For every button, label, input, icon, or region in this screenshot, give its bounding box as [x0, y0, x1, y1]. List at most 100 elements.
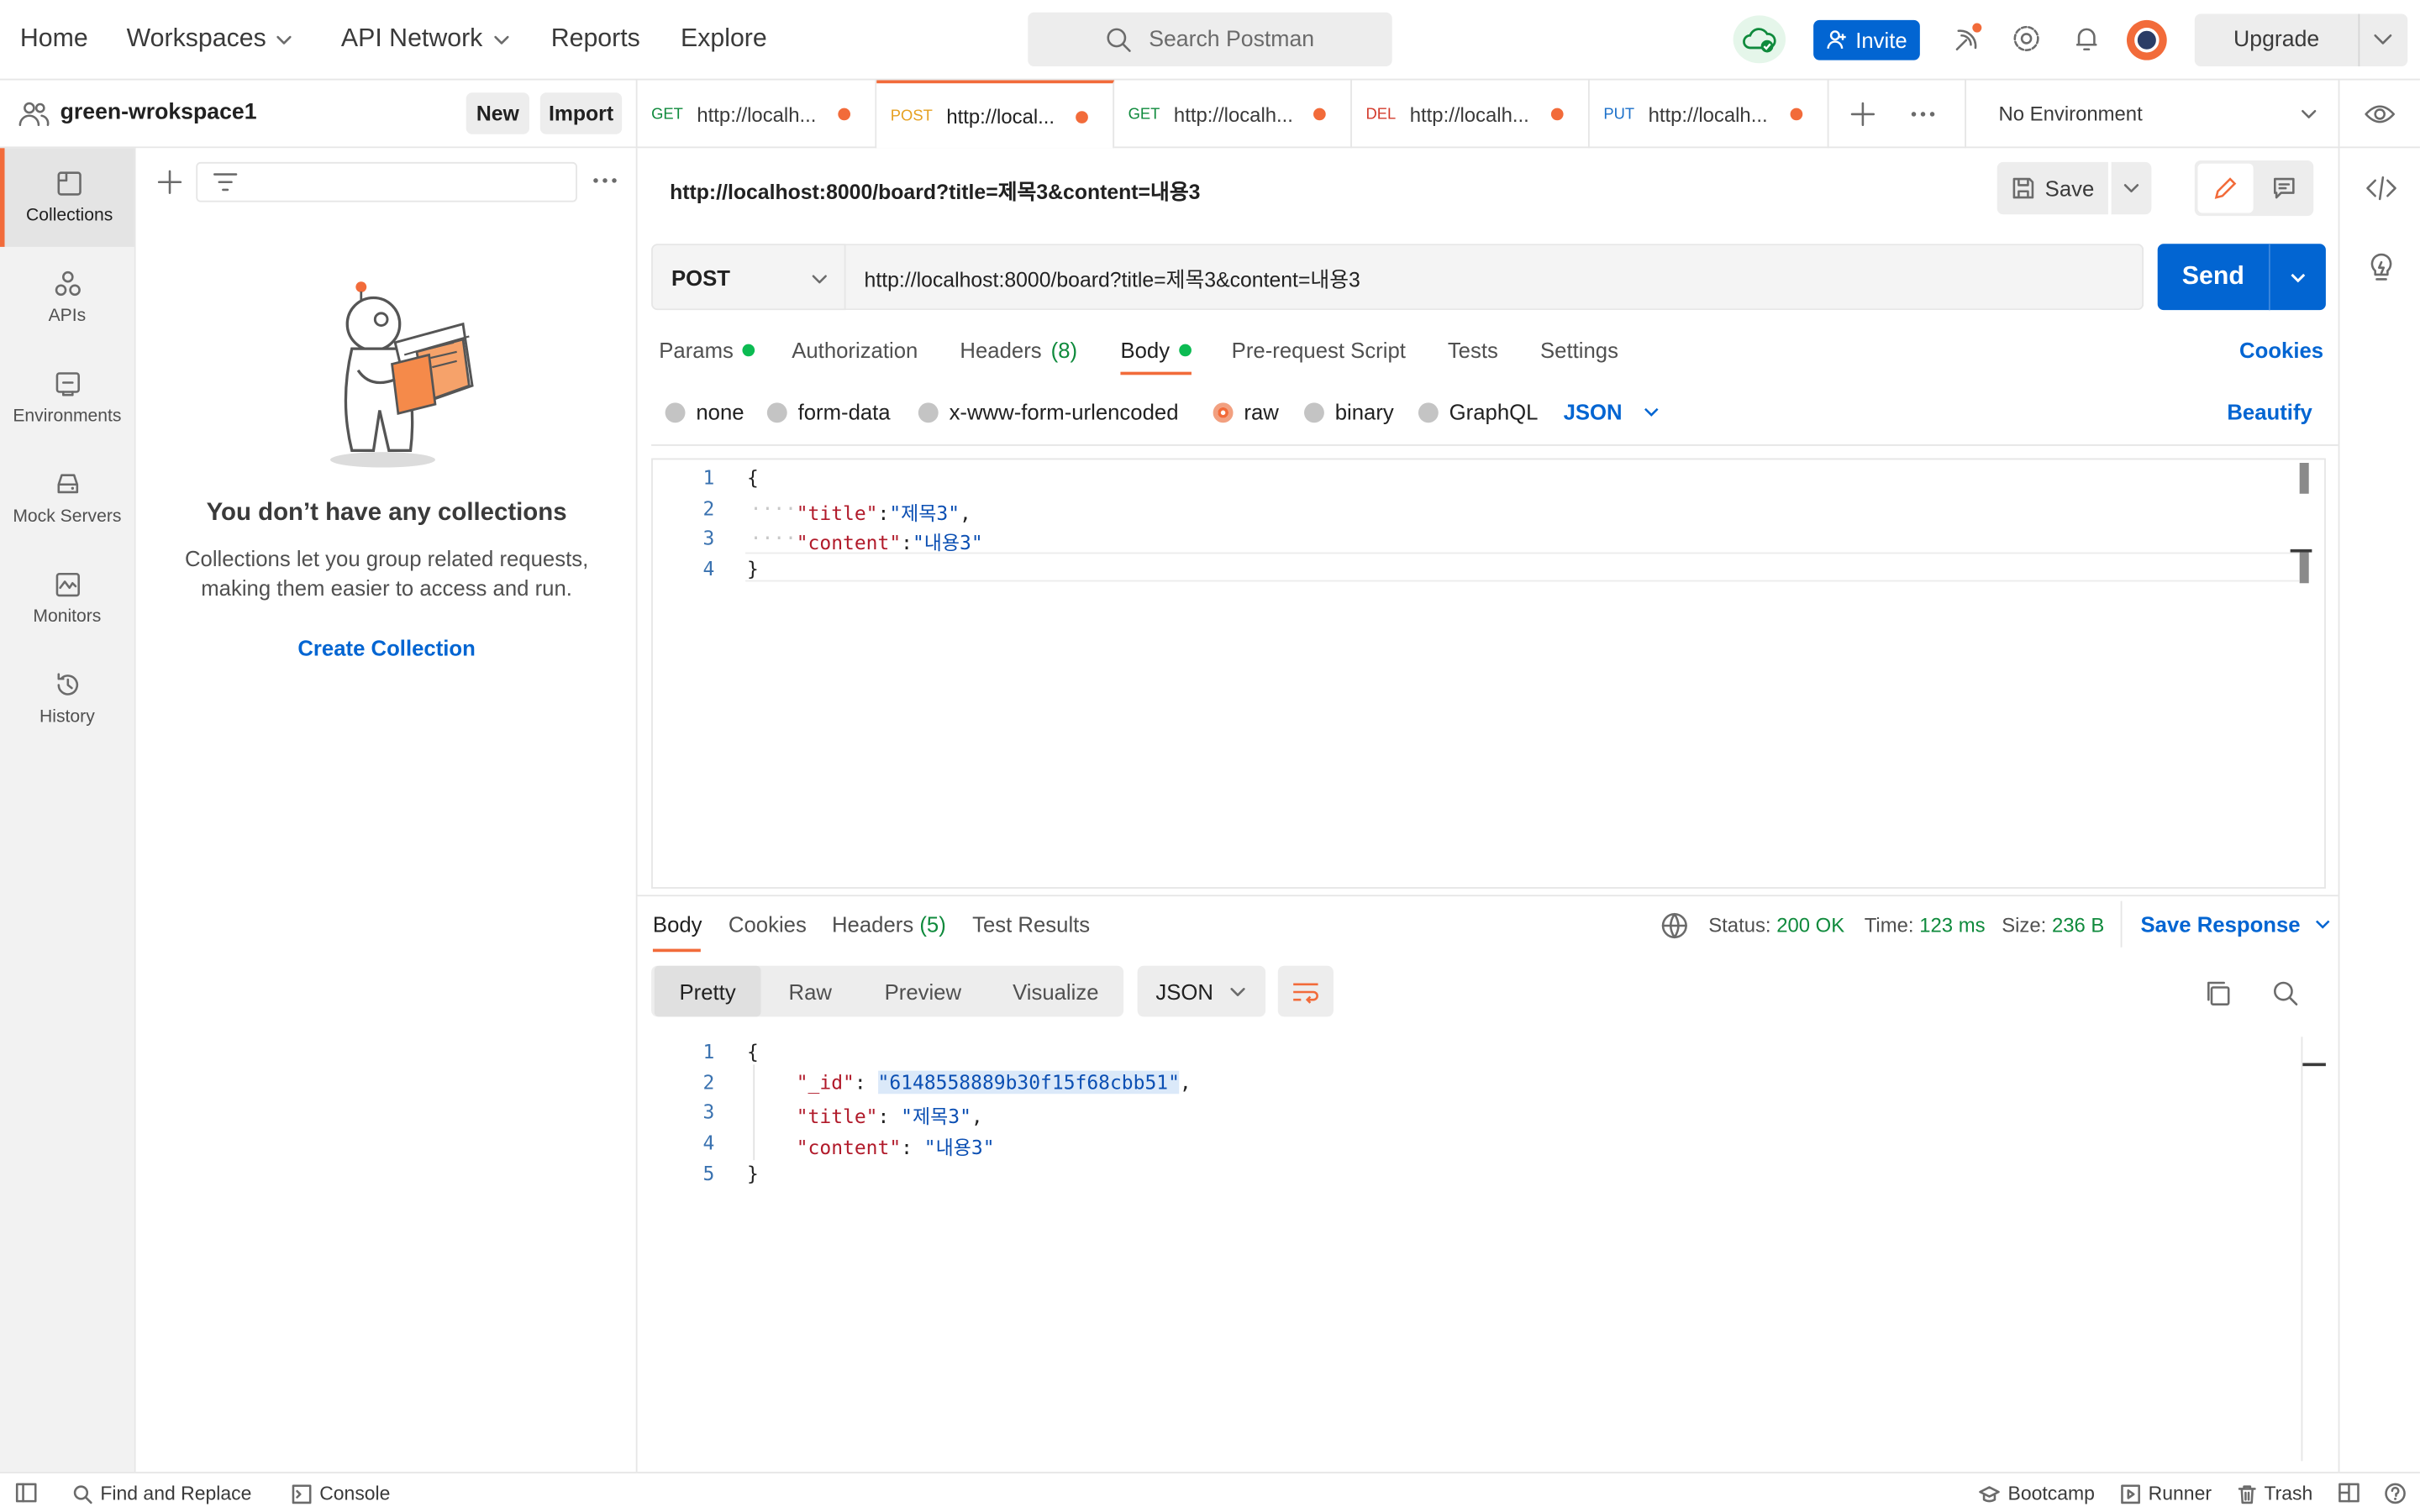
wrap-lines-button[interactable]	[1277, 965, 1334, 1017]
new-button[interactable]: New	[466, 92, 529, 134]
response-size[interactable]: Size: 236 B	[2002, 913, 2104, 937]
new-tab-icon[interactable]	[1850, 102, 1876, 127]
rail-item-collections[interactable]: Collections	[0, 148, 134, 247]
eye-icon[interactable]	[2365, 102, 2396, 126]
chevron-down-icon[interactable]	[2300, 105, 2318, 123]
settings-gear-icon[interactable]	[2011, 24, 2042, 55]
view-raw[interactable]: Raw	[764, 966, 856, 1017]
response-format-select[interactable]: JSON	[1137, 965, 1266, 1017]
console-button[interactable]: Console	[292, 1483, 390, 1504]
create-collection-link[interactable]: Create Collection	[136, 636, 638, 660]
search-icon[interactable]	[2272, 979, 2300, 1007]
response-tab-body[interactable]: Body	[653, 911, 702, 936]
nav-reports[interactable]: Reports	[551, 24, 640, 54]
nav-explore[interactable]: Explore	[681, 24, 767, 54]
globe-icon[interactable]	[1660, 911, 1688, 939]
satellite-icon[interactable]	[1951, 22, 1985, 55]
tab-request[interactable]: DEL http://localh...	[1352, 80, 1590, 149]
avatar[interactable]	[2126, 19, 2167, 60]
add-icon[interactable]	[157, 170, 182, 194]
rail-item-apis[interactable]: APIs	[0, 249, 134, 348]
rail-item-environments[interactable]: Environments	[0, 349, 134, 448]
response-tab-headers[interactable]: Headers (5)	[832, 911, 946, 936]
radio-button[interactable]	[1304, 402, 1324, 423]
body-type-form-data[interactable]: form-data	[766, 400, 891, 424]
beautify-link[interactable]: Beautify	[2227, 400, 2312, 424]
body-type-none[interactable]: none	[665, 400, 744, 424]
body-type-binary[interactable]: binary	[1304, 400, 1394, 424]
tab-request[interactable]: GET http://localh...	[1114, 80, 1352, 149]
rail-item-label: APIs	[48, 307, 87, 326]
response-tab-test-results[interactable]: Test Results	[972, 911, 1090, 936]
rail-item-monitors[interactable]: Monitors	[0, 549, 134, 648]
import-button[interactable]: Import	[539, 92, 623, 134]
search-bar[interactable]: Search Postman	[1028, 12, 1392, 66]
workspace-name[interactable]: green-wrokspace1	[60, 100, 257, 124]
code-icon[interactable]	[2366, 176, 2397, 201]
comments-mode-button[interactable]	[2256, 164, 2310, 213]
notifications-bell-icon[interactable]	[2071, 24, 2102, 55]
tab-request[interactable]: PUT http://localh...	[1590, 80, 1829, 149]
tab-prerequest-script[interactable]: Pre-request Script	[1232, 338, 1406, 362]
view-pretty[interactable]: Pretty	[654, 965, 761, 1017]
tab-headers[interactable]: Headers (8)	[960, 338, 1077, 362]
response-time[interactable]: Time: 123 ms	[1865, 913, 1986, 937]
radio-button[interactable]	[766, 402, 787, 423]
radio-button[interactable]	[918, 402, 939, 423]
view-visualize[interactable]: Visualize	[989, 966, 1122, 1017]
environment-selector[interactable]: No Environment	[1999, 102, 2143, 125]
tab-body[interactable]: Body	[1120, 338, 1192, 363]
view-preview[interactable]: Preview	[860, 966, 986, 1017]
response-tab-cookies[interactable]: Cookies	[729, 911, 807, 936]
chevron-down-icon[interactable]	[2360, 31, 2406, 50]
tab-authorization[interactable]: Authorization	[792, 338, 918, 362]
tab-tests[interactable]: Tests	[1448, 338, 1498, 362]
tab-request[interactable]: GET http://localh...	[638, 80, 877, 149]
editor-scrollbar[interactable]	[2299, 463, 2309, 494]
tab-params[interactable]: Params	[659, 338, 755, 363]
help-icon[interactable]	[2385, 1483, 2407, 1504]
response-status[interactable]: Status: 200 OK	[1708, 913, 1844, 937]
collections-filter-input[interactable]	[196, 161, 577, 202]
toggle-sidebar-icon[interactable]	[15, 1483, 37, 1503]
radio-button[interactable]	[665, 402, 686, 423]
request-title[interactable]: http://localhost:8000/board?title=제목3&co…	[670, 175, 1200, 206]
body-type-urlencoded[interactable]: x-www-form-urlencoded	[918, 400, 1178, 424]
chevron-down-icon[interactable]	[2287, 268, 2309, 286]
runner-button[interactable]: Runner	[2121, 1483, 2212, 1504]
send-button[interactable]: Send	[2157, 244, 2326, 311]
radio-button-selected[interactable]	[1213, 402, 1234, 423]
lightbulb-icon[interactable]	[2367, 253, 2395, 284]
nav-api-network[interactable]: API Network	[341, 24, 510, 54]
trash-button[interactable]: Trash	[2238, 1483, 2312, 1504]
two-pane-icon[interactable]	[2338, 1483, 2360, 1503]
nav-workspaces[interactable]: Workspaces	[127, 24, 294, 54]
body-format-select[interactable]: JSON	[1564, 400, 1661, 424]
body-type-raw[interactable]: raw	[1213, 400, 1279, 424]
search-icon	[1107, 27, 1132, 51]
nav-home[interactable]: Home	[20, 24, 88, 54]
bootcamp-button[interactable]: Bootcamp	[1979, 1483, 2095, 1504]
save-button[interactable]: Save	[1996, 161, 2108, 215]
find-replace-button[interactable]: Find and Replace	[72, 1483, 251, 1504]
save-response-button[interactable]: Save Response	[2141, 911, 2332, 937]
response-scrollbar-track[interactable]	[2301, 1037, 2303, 1462]
tab-request-active[interactable]: POST http://local...	[876, 80, 1115, 149]
more-options-icon[interactable]	[592, 177, 617, 183]
rail-item-mock-servers[interactable]: Mock Servers	[0, 449, 134, 548]
upgrade-button[interactable]: Upgrade	[2194, 13, 2408, 66]
cookies-link[interactable]: Cookies	[2239, 338, 2323, 362]
radio-button[interactable]	[1418, 402, 1439, 423]
edit-mode-button[interactable]	[2197, 163, 2254, 213]
rail-item-history[interactable]: History	[0, 649, 134, 748]
url-input[interactable]: http://localhost:8000/board?title=제목3&co…	[845, 244, 2144, 311]
pane-divider[interactable]	[637, 895, 2338, 897]
invite-button[interactable]: Invite	[1813, 19, 1920, 60]
sync-status-icon[interactable]	[1733, 15, 1786, 64]
body-type-graphql[interactable]: GraphQL	[1418, 400, 1538, 424]
method-select[interactable]: POST	[651, 244, 846, 311]
save-options-button[interactable]	[2111, 161, 2152, 215]
copy-icon[interactable]	[2204, 979, 2232, 1007]
tab-settings[interactable]: Settings	[1540, 338, 1618, 362]
more-tabs-icon[interactable]	[1911, 111, 1935, 117]
